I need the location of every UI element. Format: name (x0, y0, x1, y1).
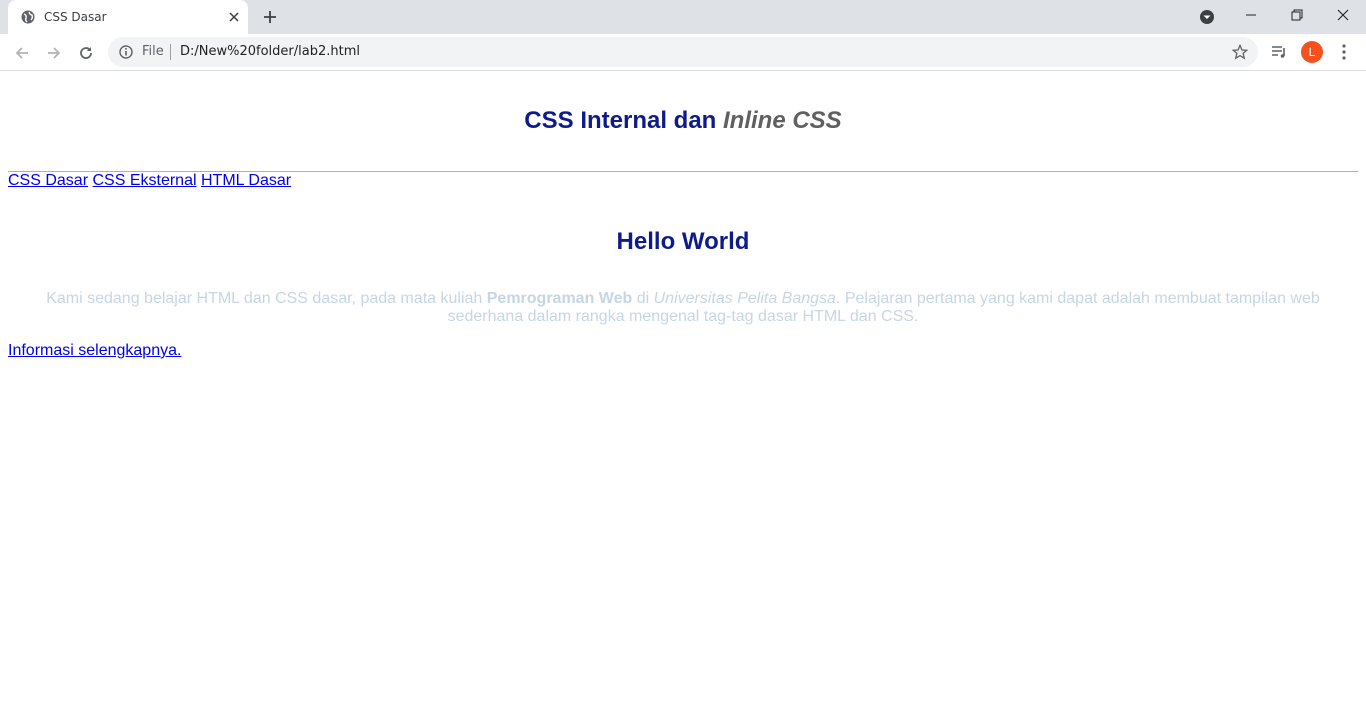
intro-paragraph: Kami sedang belajar HTML dan CSS dasar, … (40, 290, 1326, 326)
scheme-divider (170, 44, 171, 60)
browser-toolbar: File D:/New%20folder/lab2.html L (0, 34, 1366, 71)
nav-link-css-dasar[interactable]: CSS Dasar (8, 172, 88, 189)
minimize-icon[interactable] (1228, 0, 1274, 30)
nav-links: CSS Dasar CSS Eksternal HTML Dasar (8, 172, 291, 190)
profile-avatar[interactable]: L (1301, 41, 1323, 63)
browser-tab[interactable]: CSS Dasar (8, 0, 248, 34)
close-window-icon[interactable] (1320, 0, 1366, 30)
globe-icon (20, 9, 36, 25)
restore-icon[interactable] (1274, 0, 1320, 30)
tab-title: CSS Dasar (44, 10, 107, 24)
url-text[interactable]: D:/New%20folder/lab2.html (180, 44, 360, 59)
menu-kebab-icon[interactable] (1333, 41, 1355, 63)
info-icon[interactable] (118, 44, 134, 60)
reload-icon[interactable] (74, 41, 98, 65)
forward-icon[interactable] (42, 41, 66, 65)
more-info-link[interactable]: Informasi selengkapnya. (8, 342, 181, 359)
intro-text-1: Kami sedang belajar HTML dan CSS dasar, … (46, 290, 487, 307)
nav-link-css-eksternal[interactable]: CSS Eksternal (92, 172, 196, 189)
tab-strip: CSS Dasar (0, 0, 1366, 34)
page-title: CSS Internal dan Inline CSS (0, 107, 1366, 135)
more-info: Informasi selengkapnya. (8, 342, 181, 360)
scheme-label: File (142, 44, 164, 59)
close-tab-icon[interactable] (226, 9, 242, 25)
nav-link-html-dasar[interactable]: HTML Dasar (201, 172, 291, 189)
bookmark-star-icon[interactable] (1231, 43, 1249, 60)
media-playlist-icon[interactable] (1268, 41, 1290, 63)
page-title-text: CSS Internal dan (524, 107, 723, 134)
intro-text-2: di (632, 290, 654, 307)
hello-heading: Hello World (616, 228, 750, 255)
tab-search-icon[interactable] (1198, 8, 1216, 26)
intro-italic-university: Universitas Pelita Bangsa (653, 290, 836, 307)
back-icon[interactable] (10, 41, 34, 65)
page-title-inline: Inline (723, 107, 786, 134)
new-tab-icon[interactable] (260, 7, 280, 27)
address-bar[interactable]: File D:/New%20folder/lab2.html (108, 37, 1258, 67)
intro-bold-course: Pemrograman Web (486, 290, 633, 307)
page-title-css: CSS (785, 107, 842, 134)
